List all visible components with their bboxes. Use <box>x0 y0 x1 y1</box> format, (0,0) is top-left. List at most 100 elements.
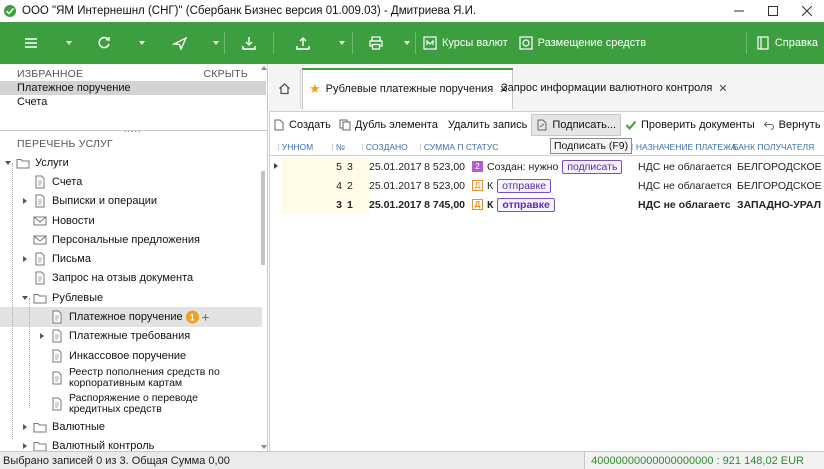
table-row[interactable]: 4 2 25.01.2017 8 523,00 Д Котправке НДС не обл… <box>269 176 824 195</box>
help-book-icon <box>757 36 769 50</box>
tree-item[interactable]: Услуги <box>0 153 262 172</box>
tree-item[interactable]: Счета <box>0 172 262 191</box>
tree-item-label: Платежное поручение 1 + <box>69 310 209 325</box>
table-row[interactable]: 3 1 25.01.2017 8 745,00 Д Котправке НДС не обл… <box>269 195 824 214</box>
account-balance[interactable]: 40000000000000000000 : 921 148,02 EUR <box>584 452 824 469</box>
panel-splitter[interactable] <box>0 130 267 131</box>
cell-sum: 8 745,00 <box>422 195 466 214</box>
column-header-created[interactable]: ⁝ СОЗДАНО <box>361 138 421 156</box>
delete-label: Удалить запись <box>447 119 528 131</box>
tree-item[interactable]: Рублевые <box>0 288 262 307</box>
tree-item[interactable]: Выписки и операции <box>0 192 262 211</box>
current-row-marker-icon <box>274 163 278 169</box>
cell-purpose: НДС не облагается <box>638 157 734 176</box>
scroll-up-icon[interactable] <box>261 66 267 70</box>
tree-item-label: Реестр пополнения средств по корпоративн… <box>69 367 249 389</box>
tree-item-label: Распоряжение о переводе кредитных средст… <box>69 393 249 415</box>
expand-down-icon[interactable] <box>4 159 12 167</box>
refresh-button[interactable] <box>76 22 132 64</box>
home-tab[interactable] <box>269 68 301 108</box>
expand-down-icon[interactable] <box>21 294 29 302</box>
expand-right-icon[interactable] <box>38 332 46 340</box>
check-documents-button[interactable]: Проверить документы <box>621 114 759 136</box>
tree-item-label: Валютные <box>52 421 105 433</box>
triangle-icon <box>5 160 11 165</box>
delete-button[interactable]: Удалить запись <box>442 114 532 136</box>
sign-button[interactable]: Подписать... <box>531 114 622 136</box>
app-logo-icon <box>4 5 16 17</box>
print-button[interactable] <box>353 22 399 64</box>
send-dropdown-button[interactable] <box>208 22 224 64</box>
table-row[interactable]: 5 3 25.01.2017 8 523,00 2 Создан: нужно подпис… <box>269 157 824 176</box>
export-button[interactable] <box>274 22 332 64</box>
send-button[interactable] <box>152 22 208 64</box>
unnom-value: 3 <box>336 198 342 211</box>
tree-item-text: Платежное поручение <box>69 310 183 323</box>
scrollbar-thumb[interactable] <box>261 171 265 265</box>
help-button[interactable]: Справка <box>747 22 824 64</box>
create-button[interactable]: Создать <box>269 114 335 136</box>
tree-item[interactable]: Реестр пополнения средств по корпоративн… <box>0 365 262 391</box>
tree-item[interactable]: Валютные <box>0 417 262 436</box>
maximize-button[interactable] <box>756 0 790 22</box>
print-dropdown-button[interactable] <box>399 22 415 64</box>
printer-icon <box>369 36 383 50</box>
tree-item[interactable]: Персональные предложения <box>0 230 262 249</box>
tree-item[interactable]: Запрос на отзыв документа <box>0 269 262 288</box>
close-button[interactable] <box>790 0 824 22</box>
column-header-purpose[interactable]: ⁝НАЗНАЧЕНИЕ ПЛАТЕЖА <box>631 138 737 156</box>
status-tag[interactable]: отправке <box>497 178 552 193</box>
tree-item[interactable]: Платежные требования <box>0 327 262 346</box>
tree-item[interactable]: Инкассовое поручение <box>0 346 262 365</box>
expand-right-icon[interactable] <box>21 442 29 450</box>
scroll-down-icon[interactable] <box>261 445 267 449</box>
refresh-dropdown-button[interactable] <box>132 22 152 64</box>
menu-dropdown-button[interactable] <box>62 22 76 64</box>
document-icon <box>52 329 62 343</box>
tab-ruble-payment-orders[interactable]: ★ Рублевые платежные поручения ✕ <box>302 68 514 109</box>
status-icon: 2 <box>472 161 483 172</box>
status-tag[interactable]: отправке <box>497 197 555 212</box>
tab-currency-control-request[interactable]: Запрос информации валютного контроля ✕ <box>498 68 732 108</box>
menu-button[interactable] <box>0 22 62 64</box>
column-header-unnom[interactable]: ⁝ УННОМ <box>277 138 331 156</box>
return-button[interactable]: Вернуть предыду <box>759 114 824 136</box>
bank-value: БЕЛГОРОДСКОЕ О <box>737 179 824 192</box>
tree-item[interactable]: Новости <box>0 211 262 230</box>
star-icon[interactable]: ★ <box>309 81 321 97</box>
import-button[interactable] <box>225 22 273 64</box>
favorite-item-accounts[interactable]: Счета <box>0 95 267 109</box>
triangle-icon <box>23 423 27 430</box>
tree-item[interactable]: Валютный контроль <box>0 437 262 451</box>
export-dropdown-button[interactable] <box>332 22 352 64</box>
expand-right-icon[interactable] <box>21 423 29 431</box>
tree-item-text: Счета <box>52 175 83 188</box>
chevron-down-icon <box>139 41 145 45</box>
exchange-rates-button[interactable]: Курсы валют <box>416 22 518 64</box>
status-tag[interactable]: подписать <box>562 159 623 174</box>
add-icon[interactable]: + <box>202 310 210 325</box>
services-scrollbar[interactable] <box>260 64 267 451</box>
favorites-header: ИЗБРАННОЕ СКРЫТЬ <box>0 67 267 81</box>
tree-item-text: Новости <box>52 214 95 227</box>
column-header-bank[interactable]: ⁝ БАНК ПОЛУЧАТЕЛЯ <box>728 138 824 156</box>
tree-item-label: Запрос на отзыв документа <box>52 272 193 284</box>
cell-purpose: НДС не облагаетс <box>638 195 734 214</box>
deposit-button[interactable]: Размещение средств <box>518 22 652 64</box>
tree-item[interactable]: Платежное поручение 1 + <box>0 307 262 327</box>
tab-bar: ★ Рублевые платежные поручения ✕ Запрос … <box>269 64 824 112</box>
duplicate-button[interactable]: Дубль элемента <box>335 114 442 136</box>
tree-item[interactable]: Распоряжение о переводе кредитных средст… <box>0 391 262 417</box>
panel-splitter-grip[interactable]: ..... <box>124 124 142 134</box>
main-toolbar: Курсы валют Размещение средств Справка <box>0 22 824 64</box>
notification-badge: 1 <box>185 310 199 324</box>
tree-item[interactable]: Письма <box>0 249 262 268</box>
favorite-item-payment-order[interactable]: Платежное поручение <box>0 81 266 95</box>
close-icon[interactable]: ✕ <box>718 82 727 95</box>
minimize-button[interactable] <box>722 0 756 22</box>
expand-right-icon[interactable] <box>21 197 29 205</box>
expand-right-icon[interactable] <box>21 255 29 263</box>
cell-unnom: 4 <box>281 176 347 195</box>
favorites-hide-link[interactable]: СКРЫТЬ <box>203 68 248 80</box>
chevron-down-icon <box>404 41 410 45</box>
